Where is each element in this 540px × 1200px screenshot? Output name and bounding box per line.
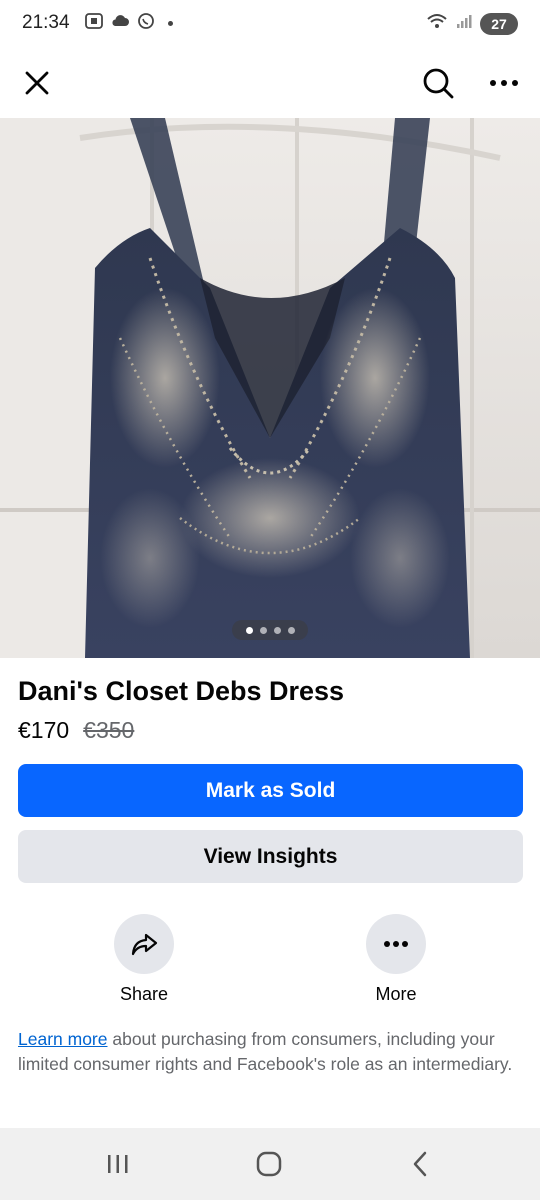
back-button[interactable] [400,1146,440,1182]
listing-title: Dani's Closet Debs Dress [18,676,345,706]
search-icon [423,68,454,99]
photo-dot-2 [259,626,267,634]
share-icon [131,933,158,956]
consumer-rights-disclaimer: Learn more about purchasing from consume… [18,1027,523,1077]
more-action[interactable]: More [336,914,456,1005]
listing-price: €170 [18,717,70,743]
status-time: 21:34 [22,12,70,33]
original-price: €350 [83,717,135,743]
status-notification-icons [84,12,173,35]
listing-photo[interactable] [0,118,540,658]
cloud-icon [110,12,130,35]
search-button[interactable] [415,60,461,106]
notification-dot [168,21,173,26]
view-insights-button[interactable]: View Insights [18,830,523,883]
more-button[interactable] [366,914,426,974]
photo-pagination [232,620,308,640]
photo-dot-4 [287,626,295,634]
screenshot-icon [84,12,104,35]
mark-as-sold-button[interactable]: Mark as Sold [18,764,523,817]
top-nav [0,48,540,118]
recents-button[interactable] [98,1146,138,1182]
home-button[interactable] [249,1146,289,1182]
home-icon [256,1151,282,1177]
recents-icon [108,1155,128,1173]
share-label: Share [119,984,169,1004]
more-label: More [375,984,417,1004]
more-icon [490,80,518,86]
photo-dot-1 [245,626,253,634]
status-bar: 21:34 27 [0,0,540,48]
signal-icon [456,12,472,35]
more-options-button[interactable] [481,60,527,106]
more-dots-icon [384,941,408,947]
status-system-icons: 27 [426,12,518,35]
share-button[interactable] [114,914,174,974]
whatsapp-icon [136,12,156,35]
close-icon [25,71,49,95]
battery-indicator: 27 [480,12,518,35]
dress-photo-image [0,118,540,658]
close-button[interactable] [14,60,60,106]
learn-more-link[interactable]: Learn more [18,1029,108,1049]
wifi-icon [426,12,448,35]
system-navigation-bar [0,1128,540,1200]
photo-dot-3 [273,626,281,634]
share-action[interactable]: Share [84,914,204,1005]
back-icon [413,1151,427,1177]
price-row: €170 €350 [18,717,134,744]
